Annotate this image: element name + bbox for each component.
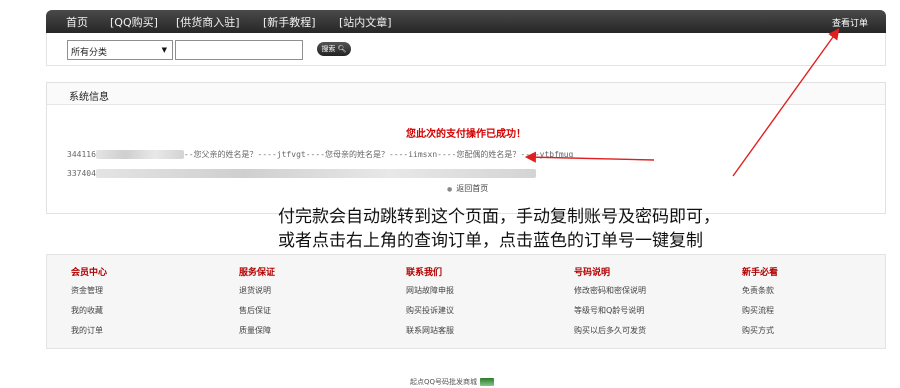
footer-column-member: 会员中心 资金管理 我的收藏 我的订单 xyxy=(71,265,107,345)
search-button[interactable]: 搜索 🔍︎ xyxy=(317,42,351,56)
search-bar: 所有分类 ▼ 搜索 🔍︎ xyxy=(46,33,886,66)
redacted-block xyxy=(95,150,184,159)
site-name: 起点QQ号码批发商城 xyxy=(410,378,478,386)
panel-title: 系统信息 xyxy=(47,83,885,105)
chevron-down-icon: ▼ xyxy=(161,46,167,54)
nav-tutorial[interactable]: [新手教程] xyxy=(263,14,316,30)
footer-link[interactable]: 退货说明 xyxy=(239,285,275,296)
nav-qq-buy[interactable]: [QQ购买] xyxy=(110,14,158,30)
account-row[interactable]: 337404 xyxy=(67,169,536,178)
footer-column-title: 号码说明 xyxy=(574,268,611,278)
instruction-line-2: 或者点击右上角的查询订单，点击蓝色的订单号一键复制 xyxy=(278,231,703,251)
view-order-link[interactable]: 查看订单 xyxy=(832,16,868,29)
site-footer-note: 起点QQ号码批发商城 xyxy=(410,377,495,387)
bullet-icon: ● xyxy=(447,186,453,193)
category-select[interactable]: 所有分类 ▼ xyxy=(67,40,173,60)
footer-column-title: 新手必看 xyxy=(742,268,779,278)
category-select-value: 所有分类 xyxy=(71,48,108,58)
footer: 会员中心 资金管理 我的收藏 我的订单 服务保证 退货说明 售后保证 质量保障 … xyxy=(46,254,886,349)
success-message: 您此次的支付操作已成功！ xyxy=(406,129,526,140)
account-row[interactable]: 344116 --您父亲的姓名是？----jtfvgt----您母亲的姓名是？--… xyxy=(67,149,573,160)
redacted-block xyxy=(95,169,536,178)
account-number[interactable]: 344116 xyxy=(67,150,96,159)
back-home-label: 返回首页 xyxy=(456,184,489,193)
page: 首页 [QQ购买] [供货商入驻] [新手教程] [站内文章] 查看订单 所有分… xyxy=(0,0,900,388)
back-home-link[interactable]: ● 返回首页 xyxy=(447,183,488,194)
instruction-line-1: 付完款会自动跳转到这个页面，手动复制账号及密码即可， xyxy=(278,207,720,227)
footer-link[interactable]: 资金管理 xyxy=(71,285,107,296)
footer-link[interactable]: 联系网站客服 xyxy=(406,325,454,336)
top-navbar: 首页 [QQ购买] [供货商入驻] [新手教程] [站内文章] 查看订单 xyxy=(46,10,886,33)
footer-link[interactable]: 购买流程 xyxy=(742,305,778,316)
nav-articles[interactable]: [站内文章] xyxy=(339,14,392,30)
footer-column-contact: 联系我们 网站故障申报 购买投诉建议 联系网站客服 xyxy=(406,265,454,345)
system-info-panel: 系统信息 您此次的支付操作已成功！ 344116 --您父亲的姓名是？----jt… xyxy=(46,82,886,214)
nav-supplier[interactable]: [供货商入驻] xyxy=(176,14,240,30)
nav-home[interactable]: 首页 xyxy=(66,14,88,30)
footer-link[interactable]: 购买投诉建议 xyxy=(406,305,454,316)
footer-column-numbers: 号码说明 修改密码和密保说明 等级号和Q龄号说明 购买以后多久可发货 xyxy=(574,265,646,345)
footer-column-title: 会员中心 xyxy=(71,268,108,278)
footer-link[interactable]: 网站故障申报 xyxy=(406,285,454,296)
footer-link[interactable]: 免责条款 xyxy=(742,285,778,296)
footer-link[interactable]: 质量保障 xyxy=(239,325,275,336)
security-answers[interactable]: --您父亲的姓名是？----jtfvgt----您母亲的姓名是？----iims… xyxy=(184,150,573,159)
search-button-label: 搜索 xyxy=(321,45,336,53)
footer-link[interactable]: 购买方式 xyxy=(742,325,778,336)
cnzz-logo-icon xyxy=(480,378,495,386)
instruction-text: 付完款会自动跳转到这个页面，手动复制账号及密码即可， 或者点击右上角的查询订单，… xyxy=(278,205,720,253)
footer-link[interactable]: 售后保证 xyxy=(239,305,275,316)
footer-link[interactable]: 我的订单 xyxy=(71,325,107,336)
footer-column-service: 服务保证 退货说明 售后保证 质量保障 xyxy=(239,265,275,345)
footer-link[interactable]: 等级号和Q龄号说明 xyxy=(574,305,646,316)
footer-column-newbie: 新手必看 免责条款 购买流程 购买方式 xyxy=(742,265,778,345)
search-input[interactable] xyxy=(175,40,303,60)
footer-column-title: 服务保证 xyxy=(239,268,276,278)
footer-link[interactable]: 修改密码和密保说明 xyxy=(574,285,646,296)
search-icon: 🔍︎ xyxy=(337,45,347,53)
footer-column-title: 联系我们 xyxy=(406,268,443,278)
account-number[interactable]: 337404 xyxy=(67,169,96,178)
footer-link[interactable]: 购买以后多久可发货 xyxy=(574,325,646,336)
footer-link[interactable]: 我的收藏 xyxy=(71,305,107,316)
